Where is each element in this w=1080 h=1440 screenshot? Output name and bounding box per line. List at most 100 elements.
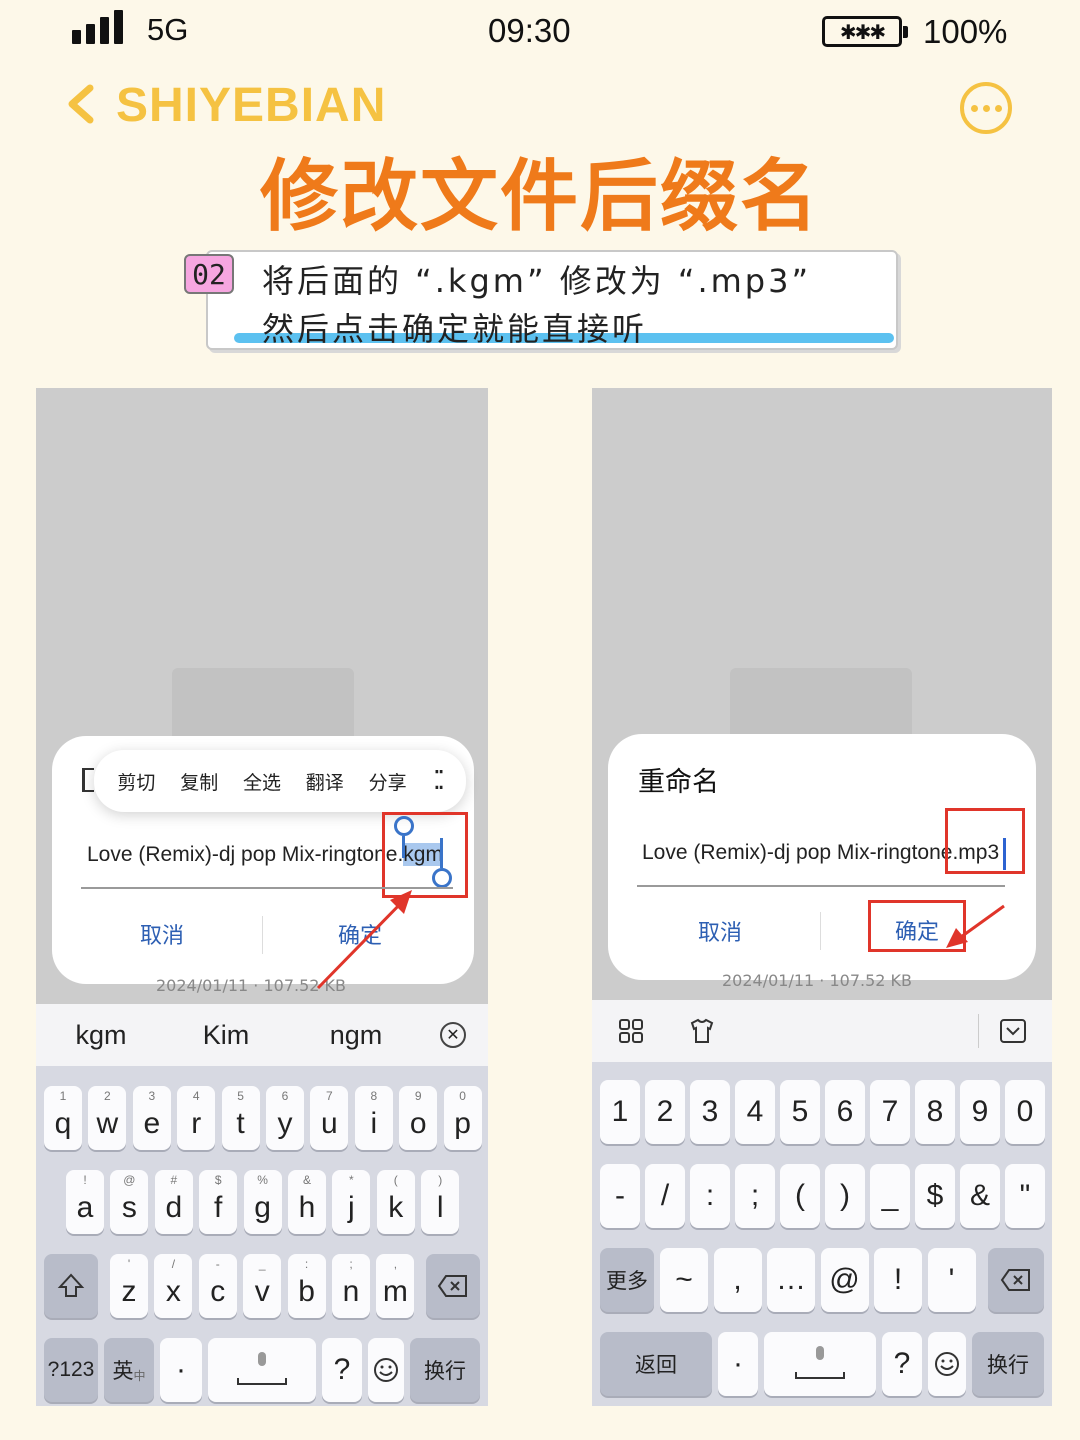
- key-r[interactable]: 4r: [177, 1086, 216, 1150]
- emoji-key[interactable]: [928, 1332, 966, 1396]
- key-sym_row-1[interactable]: /: [645, 1164, 685, 1228]
- clock: 09:30: [488, 12, 571, 49]
- key-u[interactable]: 7u: [310, 1086, 349, 1150]
- menu-item-select-all[interactable]: 全选: [234, 768, 291, 795]
- key-row3-2[interactable]: …: [767, 1248, 815, 1312]
- key-p[interactable]: 0p: [443, 1086, 482, 1150]
- key-y[interactable]: 6y: [266, 1086, 304, 1150]
- key-m[interactable]: ,m: [376, 1254, 415, 1318]
- key-sym_row-3[interactable]: ;: [735, 1164, 775, 1228]
- suggestion-1[interactable]: kgm: [36, 1020, 166, 1051]
- key-g[interactable]: % g: [243, 1170, 282, 1234]
- suggestion-3[interactable]: ngm: [286, 1020, 426, 1051]
- key-v[interactable]: _ v: [243, 1254, 282, 1318]
- key-hint: &: [302, 1173, 311, 1187]
- key-x[interactable]: / x: [154, 1254, 193, 1318]
- close-suggestions-icon[interactable]: ✕: [440, 1022, 466, 1048]
- key-sym_row-0[interactable]: -: [600, 1164, 640, 1228]
- dot-key[interactable]: ·: [718, 1332, 758, 1396]
- key-z[interactable]: ' z: [110, 1254, 148, 1318]
- skin-icon[interactable]: [688, 1017, 716, 1045]
- key-i[interactable]: 8i: [354, 1086, 393, 1150]
- cancel-button[interactable]: 取消: [660, 915, 780, 947]
- menu-more-icon[interactable]: ⁚⁚: [422, 768, 452, 794]
- menu-item-share[interactable]: 分享: [359, 768, 416, 795]
- key-label: h: [298, 1191, 316, 1224]
- key-num_row-5[interactable]: 6: [825, 1080, 865, 1144]
- key-sym_row-4[interactable]: (: [780, 1164, 820, 1228]
- cancel-button[interactable]: 取消: [102, 918, 222, 950]
- key-w[interactable]: 2w: [88, 1086, 127, 1150]
- key-l[interactable]: ) l: [421, 1170, 460, 1234]
- backspace-key[interactable]: [988, 1248, 1044, 1312]
- menu-item-copy[interactable]: 复制: [171, 768, 228, 795]
- key-num_row-9[interactable]: 0: [1005, 1080, 1045, 1144]
- key-num_row-1[interactable]: 2: [645, 1080, 685, 1144]
- dot-key[interactable]: ·: [160, 1338, 202, 1402]
- key-row3-1[interactable]: ,: [713, 1248, 762, 1312]
- dialog-title: 重命名: [638, 767, 719, 798]
- chevron-left-icon[interactable]: [62, 84, 102, 124]
- space-key[interactable]: [208, 1338, 316, 1402]
- key-a[interactable]: ! a: [66, 1170, 104, 1234]
- language-key[interactable]: 英中: [104, 1338, 154, 1402]
- key-q[interactable]: 1q: [44, 1086, 82, 1150]
- key-n[interactable]: ; n: [332, 1254, 370, 1318]
- shift-key[interactable]: [44, 1254, 98, 1318]
- key-b[interactable]: :b: [287, 1254, 326, 1318]
- key-num_row-8[interactable]: 9: [960, 1080, 1000, 1144]
- key-num_row-6[interactable]: 7: [870, 1080, 910, 1144]
- apps-grid-icon[interactable]: [618, 1018, 644, 1044]
- suggestion-2[interactable]: Kim: [166, 1020, 286, 1051]
- key-hint: *: [349, 1173, 354, 1187]
- key-hint: ,: [393, 1257, 398, 1271]
- key-num_row-2[interactable]: 3: [690, 1080, 730, 1144]
- backspace-key[interactable]: [426, 1254, 480, 1318]
- menu-item-cut[interactable]: 剪切: [108, 768, 165, 795]
- key-sym_row-2[interactable]: :: [690, 1164, 730, 1228]
- menu-item-translate[interactable]: 翻译: [296, 768, 353, 795]
- key-num_row-7[interactable]: 8: [915, 1080, 955, 1144]
- key-t[interactable]: 5t: [221, 1086, 260, 1150]
- key-row3-3[interactable]: @: [820, 1248, 869, 1312]
- more-symbols-key[interactable]: 更多: [600, 1248, 654, 1312]
- key-row3-4[interactable]: !: [874, 1248, 922, 1312]
- hide-keyboard-icon[interactable]: [999, 1017, 1027, 1045]
- more-dots-icon[interactable]: [960, 82, 1012, 134]
- key-label: d: [165, 1191, 183, 1224]
- key-j[interactable]: * j: [332, 1170, 371, 1234]
- key-e[interactable]: 3e: [132, 1086, 171, 1150]
- key-d[interactable]: # d: [154, 1170, 193, 1234]
- key-label: c: [210, 1275, 226, 1308]
- key-row3-0[interactable]: ~: [660, 1248, 708, 1312]
- network-type: 5G: [147, 12, 189, 47]
- key-h[interactable]: & h: [288, 1170, 326, 1234]
- key-num_row-3[interactable]: 4: [735, 1080, 775, 1144]
- key-sym_row-7[interactable]: $: [915, 1164, 955, 1228]
- key-s[interactable]: @ s: [110, 1170, 149, 1234]
- key-hint: 4: [192, 1089, 200, 1103]
- key-label: v: [254, 1275, 270, 1308]
- key-sym_row-8[interactable]: &: [960, 1164, 1000, 1228]
- key-c[interactable]: -c: [198, 1254, 237, 1318]
- question-key[interactable]: ?: [322, 1338, 362, 1402]
- key-num_row-4[interactable]: 5: [780, 1080, 820, 1144]
- key-sym_row-5[interactable]: ): [825, 1164, 865, 1228]
- enter-key[interactable]: 换行: [972, 1332, 1044, 1396]
- space-key[interactable]: [764, 1332, 876, 1396]
- key-f[interactable]: $ f: [199, 1170, 238, 1234]
- annotation-arrow: [946, 904, 1005, 948]
- key-k[interactable]: (k: [376, 1170, 415, 1234]
- back-key[interactable]: 返回: [600, 1332, 712, 1396]
- key-row3-5[interactable]: ': [927, 1248, 976, 1312]
- key-label: z: [121, 1275, 137, 1308]
- key-sym_row-9[interactable]: ": [1005, 1164, 1045, 1228]
- key-num_row-0[interactable]: 1: [600, 1080, 640, 1144]
- symbols-key[interactable]: ?123: [44, 1338, 98, 1402]
- question-key[interactable]: ?: [882, 1332, 922, 1396]
- key-sym_row-6[interactable]: _: [870, 1164, 910, 1228]
- enter-key[interactable]: 换行: [410, 1338, 480, 1402]
- key-label: i: [370, 1107, 378, 1140]
- emoji-key[interactable]: [368, 1338, 404, 1402]
- key-o[interactable]: 9o: [399, 1086, 438, 1150]
